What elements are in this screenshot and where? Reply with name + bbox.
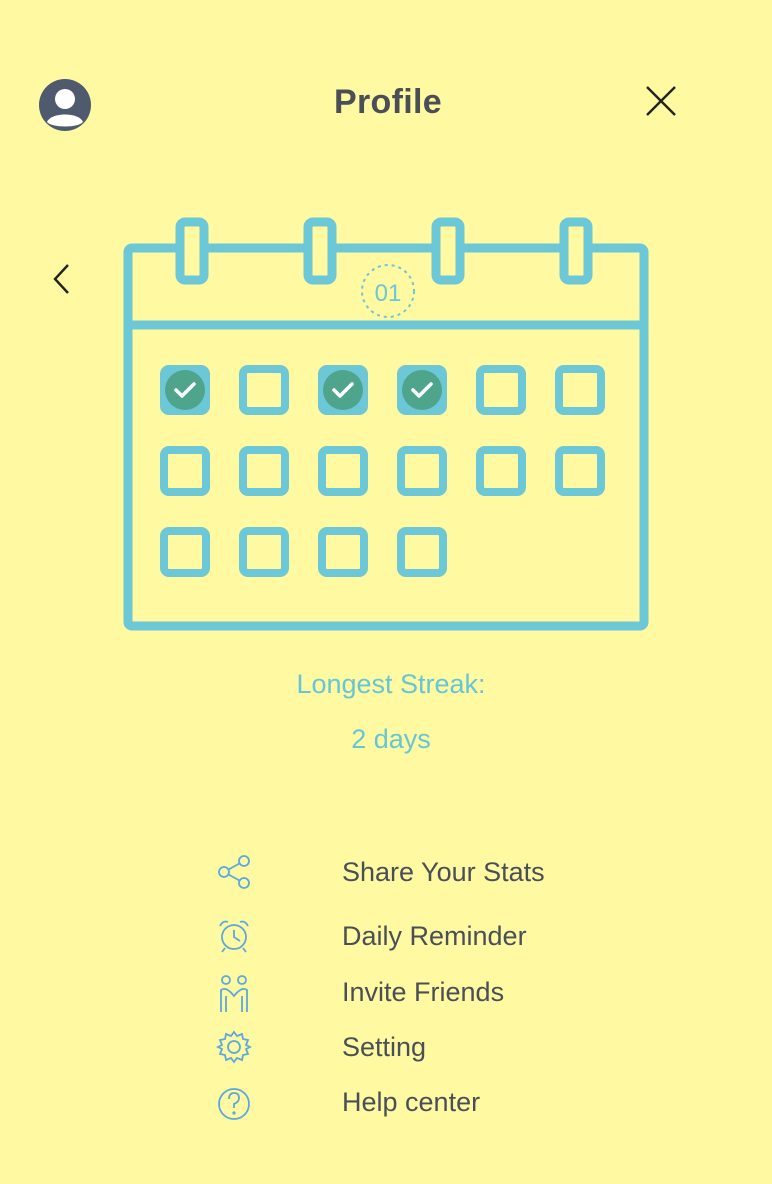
longest-streak-value: 2 days	[351, 724, 431, 754]
calendar-day	[239, 446, 289, 496]
calendar-day	[555, 365, 605, 415]
chevron-left-icon	[53, 264, 69, 294]
menu-item-daily-reminder[interactable]: Daily Reminder	[210, 914, 590, 958]
menu-item-label: Share Your Stats	[342, 857, 545, 887]
check-badge	[165, 370, 205, 410]
calendar-day	[476, 446, 526, 496]
check-badge	[402, 370, 442, 410]
calendar-day	[239, 365, 289, 415]
help-icon	[214, 1084, 254, 1120]
calendar-day	[397, 527, 447, 577]
close-icon	[646, 86, 676, 116]
back-button[interactable]	[48, 260, 78, 298]
calendar-day	[160, 527, 210, 577]
calendar-date-badge: 01	[375, 280, 402, 307]
menu-item-label: Setting	[342, 1032, 427, 1062]
menu-item-label: Invite Friends	[342, 977, 505, 1007]
user-avatar-icon	[39, 79, 91, 131]
longest-streak-label: Longest Streak:	[296, 669, 486, 699]
calendar-day	[397, 446, 447, 496]
avatar[interactable]	[38, 78, 92, 132]
calendar-illustration: 01	[118, 210, 658, 642]
menu-item-help-center[interactable]: Help center	[210, 1080, 590, 1124]
menu-item-invite-friends[interactable]: Invite Friends	[210, 970, 590, 1014]
friends-icon	[214, 974, 254, 1012]
alarm-clock-icon	[214, 918, 254, 954]
calendar-day	[239, 527, 289, 577]
menu-item-label: Daily Reminder	[342, 921, 527, 951]
check-badge	[323, 370, 363, 410]
page-title: Profile	[334, 83, 442, 121]
menu-item-label: Help center	[342, 1087, 481, 1117]
menu-item-share-stats[interactable]: Share Your Stats	[210, 850, 590, 894]
calendar-day	[555, 446, 605, 496]
calendar-day	[318, 446, 368, 496]
calendar-day	[160, 446, 210, 496]
menu-item-setting[interactable]: Setting	[210, 1025, 590, 1069]
calendar-day	[476, 365, 526, 415]
close-button[interactable]	[642, 82, 680, 120]
gear-icon	[214, 1029, 254, 1065]
share-icon	[214, 854, 254, 890]
calendar-day	[318, 527, 368, 577]
calendar-icon: 01	[123, 217, 649, 631]
